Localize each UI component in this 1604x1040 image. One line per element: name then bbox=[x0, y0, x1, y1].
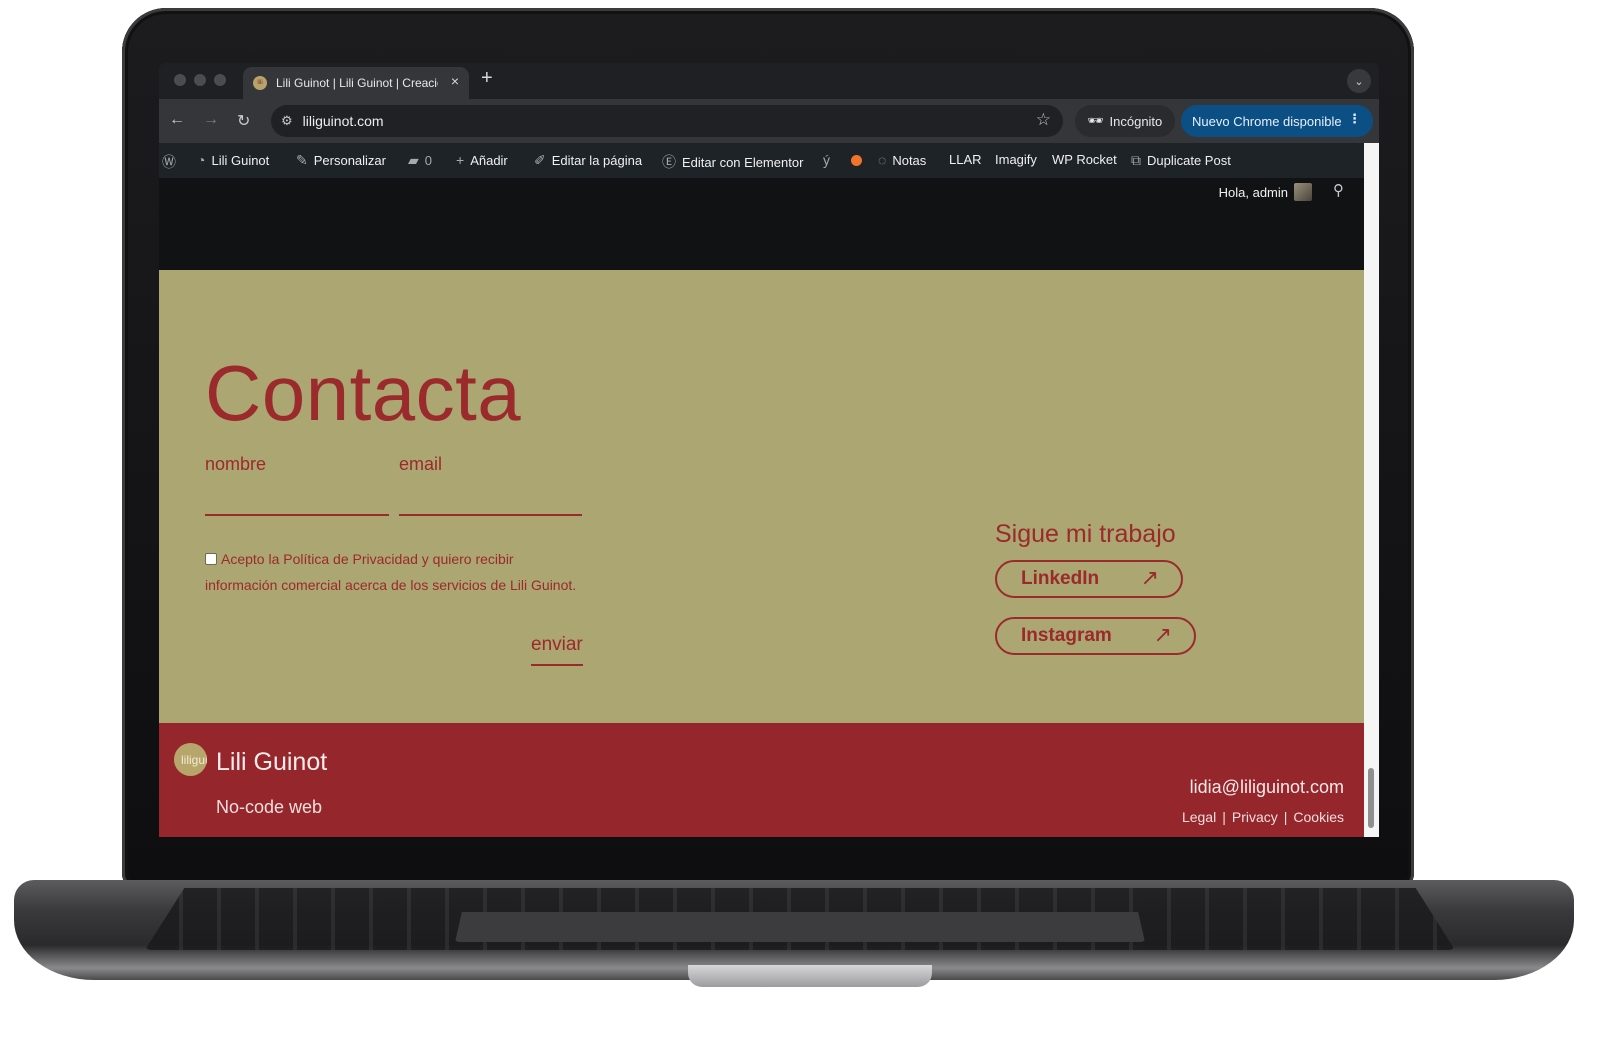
adminbar-edit-page[interactable]: ✐ Editar la página bbox=[534, 152, 642, 169]
adminbar-imagify[interactable]: Imagify bbox=[995, 152, 1037, 167]
link-separator: | bbox=[1222, 809, 1226, 825]
site-info-icon[interactable]: ⚙ bbox=[281, 113, 293, 129]
adminbar-edit-elementor[interactable]: Ⓔ Editar con Elementor bbox=[662, 152, 803, 172]
update-label: Nuevo Chrome disponible bbox=[1192, 113, 1342, 129]
star-icon[interactable]: ☆ bbox=[1036, 110, 1051, 130]
footer-email-link[interactable]: lidia@liliguinot.com bbox=[1190, 777, 1344, 798]
name-field[interactable] bbox=[205, 514, 389, 516]
forward-icon[interactable]: → bbox=[203, 111, 219, 129]
back-icon[interactable]: ← bbox=[169, 111, 185, 129]
window-minimize-dot[interactable] bbox=[194, 74, 206, 86]
new-tab-button[interactable]: + bbox=[481, 67, 493, 90]
yoast-icon[interactable]: ý bbox=[823, 152, 830, 168]
footer-brand-name[interactable]: Lili Guinot bbox=[216, 748, 327, 777]
comment-icon: ▰ bbox=[408, 152, 419, 168]
search-icon[interactable]: ⚲ bbox=[1333, 181, 1344, 199]
window-close-dot[interactable] bbox=[174, 74, 186, 86]
pencil-icon: ✐ bbox=[534, 152, 546, 168]
plus-icon: + bbox=[456, 152, 465, 168]
trackpad bbox=[455, 912, 1145, 942]
laptop-notch bbox=[688, 965, 932, 987]
menu-icon[interactable]: ⋮ bbox=[1348, 111, 1361, 127]
address-bar[interactable]: ⚙ liliguinot.com ☆ bbox=[271, 105, 1063, 137]
adminbar-add-new[interactable]: + Añadir bbox=[456, 152, 508, 168]
seo-status-dot bbox=[851, 155, 862, 166]
chrome-update-button[interactable]: Nuevo Chrome disponible ⋮ bbox=[1181, 105, 1373, 137]
dashboard-icon: ◔ bbox=[197, 152, 206, 168]
scrollbar-thumb[interactable] bbox=[1368, 768, 1374, 828]
linkedin-button[interactable]: LinkedIn ↗ bbox=[995, 560, 1183, 598]
scrollbar-track[interactable] bbox=[1364, 143, 1379, 837]
footer-tagline: No-code web bbox=[216, 797, 323, 817]
url-text[interactable]: liliguinot.com bbox=[303, 113, 384, 129]
name-label: nombre bbox=[205, 454, 267, 474]
laptop-screen: lili Lili Guinot | Lili Guinot | Creació… bbox=[159, 63, 1379, 837]
duplicate-icon: ⧉ bbox=[1131, 152, 1141, 168]
incognito-label: Incógnito bbox=[1109, 113, 1163, 129]
footer-logo[interactable]: liliguinot bbox=[174, 743, 207, 776]
arrow-up-right-icon: ↗ bbox=[1153, 622, 1172, 647]
incognito-icon: 🕶 bbox=[1087, 113, 1104, 128]
notes-icon: ◌ bbox=[878, 152, 887, 168]
instagram-button[interactable]: Instagram ↗ bbox=[995, 617, 1196, 655]
privacy-consent: Acepto la Política de Privacidad y quier… bbox=[205, 546, 585, 598]
cookies-link[interactable]: Cookies bbox=[1293, 809, 1344, 825]
site-footer: liliguinot Lili Guinot No-code web lidia… bbox=[159, 723, 1364, 837]
contact-section: Contacta nombre email Acepto la Política… bbox=[159, 270, 1364, 723]
favicon-icon: lili bbox=[253, 76, 267, 90]
adminbar-my-account[interactable]: Hola, admin bbox=[1219, 183, 1312, 201]
site-header: Hola, admin ⚲ bbox=[159, 178, 1364, 270]
adminbar-llar[interactable]: LLAR bbox=[949, 152, 982, 167]
privacy-link[interactable]: Privacy bbox=[1232, 809, 1278, 825]
adminbar-site-name[interactable]: ◔ Lili Guinot bbox=[197, 152, 269, 168]
footer-legal-links: Legal | Privacy | Cookies bbox=[1182, 809, 1344, 825]
reload-icon[interactable]: ↻ bbox=[237, 111, 250, 131]
adminbar-duplicate-post[interactable]: ⧉ Duplicate Post bbox=[1131, 152, 1231, 169]
window-zoom-dot[interactable] bbox=[214, 74, 226, 86]
privacy-checkbox[interactable] bbox=[205, 553, 217, 565]
tab-title: Lili Guinot | Lili Guinot | Creación bbox=[276, 76, 438, 90]
adminbar-notes[interactable]: ◌ Notas bbox=[878, 152, 926, 168]
browser-tab-bar: lili Lili Guinot | Lili Guinot | Creació… bbox=[159, 63, 1379, 99]
adminbar-wp-rocket[interactable]: WP Rocket bbox=[1052, 152, 1117, 167]
avatar bbox=[1294, 183, 1312, 201]
follow-title: Sigue mi trabajo bbox=[995, 520, 1176, 548]
brush-icon: ✎ bbox=[296, 152, 308, 168]
legal-link[interactable]: Legal bbox=[1182, 809, 1216, 825]
adminbar-customize[interactable]: ✎ Personalizar bbox=[296, 152, 386, 169]
browser-toolbar: ← → ↻ ⚙ liliguinot.com ☆ 🕶 Incógnito Nue… bbox=[159, 99, 1379, 143]
elementor-icon: Ⓔ bbox=[662, 154, 676, 170]
email-field[interactable] bbox=[399, 514, 582, 516]
wp-admin-bar: Ⓦ ◔ Lili Guinot ✎ Personalizar ▰ 0 + Añadir … bbox=[159, 143, 1379, 178]
arrow-up-right-icon: ↗ bbox=[1140, 565, 1159, 590]
send-button[interactable]: enviar bbox=[531, 634, 583, 666]
browser-tab[interactable]: lili Lili Guinot | Lili Guinot | Creació… bbox=[243, 67, 469, 99]
incognito-indicator[interactable]: 🕶 Incógnito bbox=[1075, 105, 1175, 137]
wordpress-logo-icon[interactable]: Ⓦ bbox=[162, 152, 176, 172]
tab-search-button[interactable]: ⌄ bbox=[1347, 69, 1371, 93]
adminbar-comments[interactable]: ▰ 0 bbox=[408, 152, 432, 169]
contact-title: Contacta bbox=[205, 349, 522, 437]
tab-close-icon[interactable]: × bbox=[451, 73, 459, 89]
link-separator: | bbox=[1283, 809, 1288, 825]
email-label: email bbox=[399, 454, 443, 474]
consent-text: Acepto la Política de Privacidad y quier… bbox=[205, 551, 577, 593]
